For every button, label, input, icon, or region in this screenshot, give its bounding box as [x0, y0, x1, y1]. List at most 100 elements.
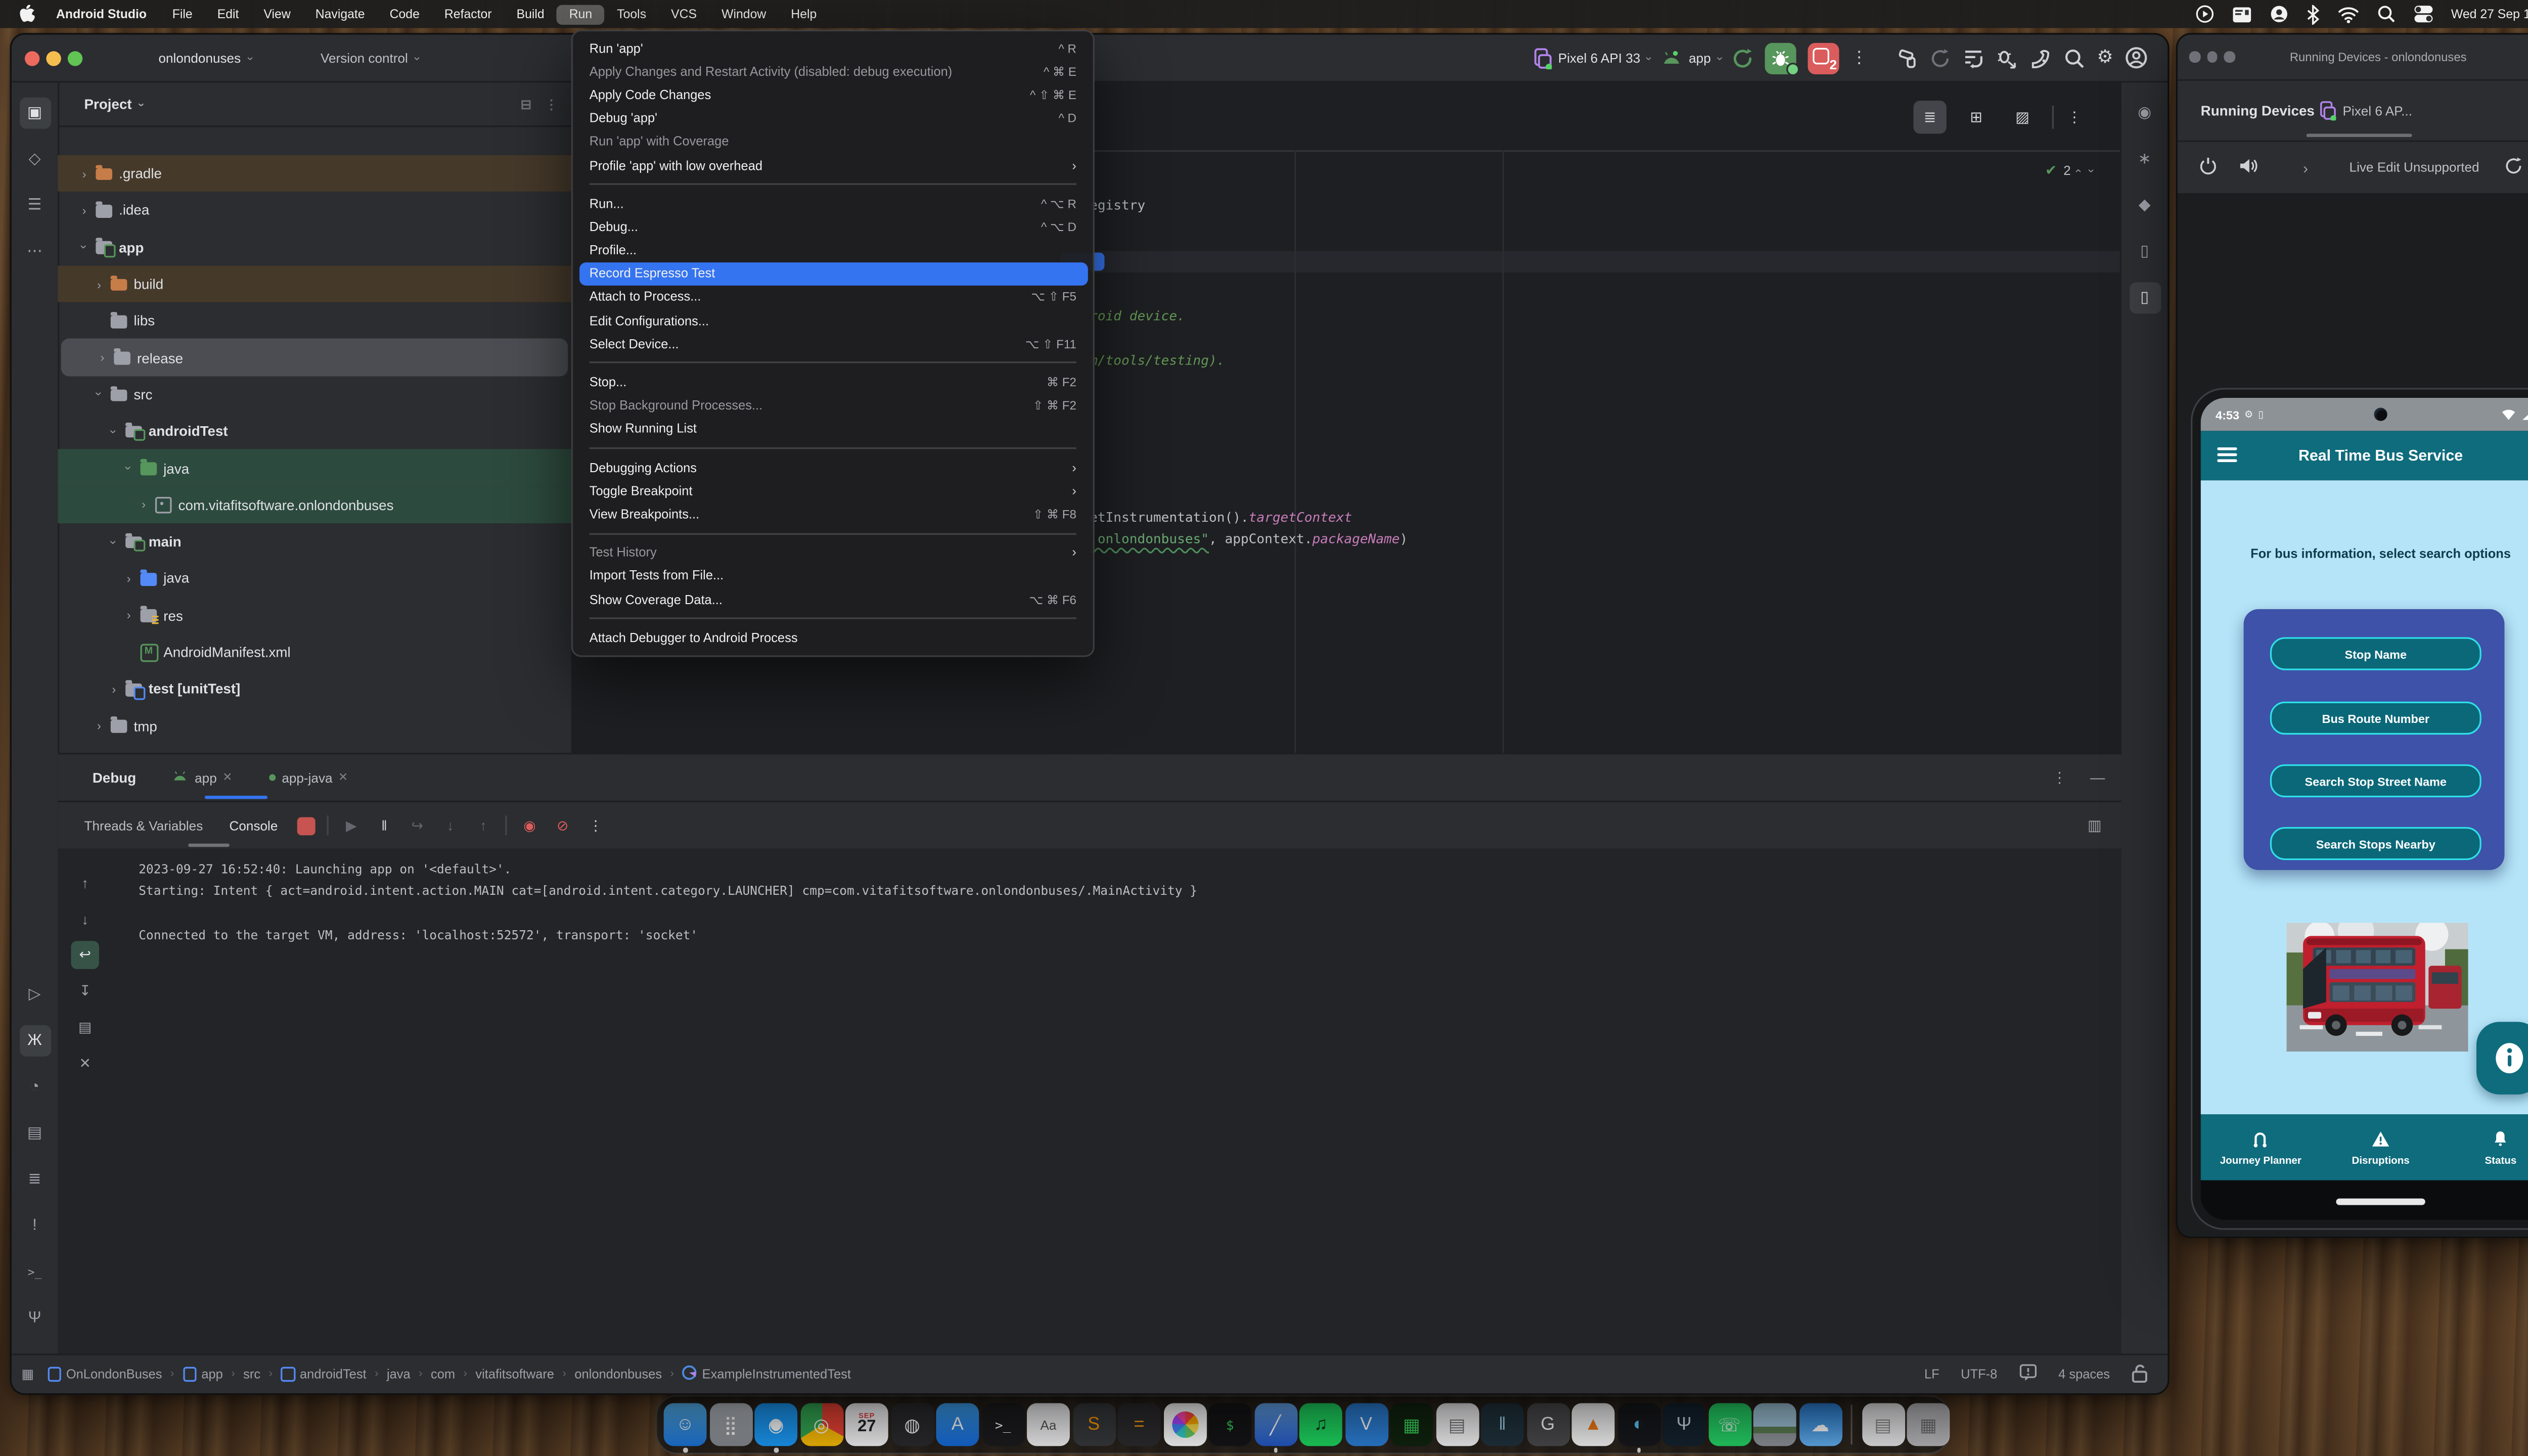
breadcrumb-item-exampleinstrumentedtest[interactable]: ExampleInstrumentedTest: [682, 1365, 851, 1383]
terminal-tool-icon[interactable]: >_: [19, 1256, 51, 1288]
tree-chevron-icon[interactable]: ›: [94, 350, 111, 365]
menu-item-debug-app[interactable]: Debug 'app'^ D: [578, 107, 1087, 130]
dock-app-weather[interactable]: ☁: [1799, 1403, 1842, 1446]
dock-app-photo-thumbnail[interactable]: [1753, 1403, 1796, 1446]
print-icon[interactable]: ▤: [71, 1014, 99, 1042]
profiler-icon[interactable]: [1963, 47, 1984, 68]
tree-item-androidmanifest-xml[interactable]: MAndroidManifest.xml: [58, 633, 571, 670]
logcat-tool-icon[interactable]: ≣: [19, 1164, 51, 1195]
search-button-bus-route-number[interactable]: Bus Route Number: [2270, 702, 2481, 735]
gradle-icon[interactable]: [2029, 47, 2052, 68]
tree-item-release[interactable]: ›release: [61, 339, 568, 376]
view-breakpoints-icon[interactable]: ◉: [519, 816, 540, 835]
dock-app-pages[interactable]: ▤: [1435, 1403, 1478, 1446]
dock-app-vlc[interactable]: ▲: [1572, 1403, 1615, 1446]
dock-app-sublime-text[interactable]: S: [1072, 1403, 1115, 1446]
dock-app-finder[interactable]: ☺: [664, 1403, 707, 1446]
dock-app-trash[interactable]: ▦: [1907, 1403, 1950, 1446]
menu-item-attach-debugger-to-android-process[interactable]: Attach Debugger to Android Process: [578, 626, 1087, 649]
dock-app-photos[interactable]: [1163, 1403, 1206, 1446]
console-output[interactable]: ↑↓↩↧▤✕ 2023-09-27 16:52:40: Launching ap…: [58, 848, 2121, 1355]
spotlight-icon[interactable]: [2377, 5, 2395, 23]
menu-hamburger-icon[interactable]: [2217, 441, 2237, 471]
menu-item-profile-app-with-low-overhead[interactable]: Profile 'app' with low overhead›: [578, 153, 1087, 176]
collapse-all-icon[interactable]: ⊟: [521, 97, 532, 111]
info-fab-button[interactable]: [2476, 1022, 2528, 1095]
menu-item-edit-configurations[interactable]: Edit Configurations...: [578, 309, 1087, 332]
code-view-icon[interactable]: ≣: [1913, 101, 1946, 133]
device-selector[interactable]: Pixel 6 API 33 ›: [1534, 47, 1650, 68]
device-manager-icon[interactable]: ▯: [2129, 236, 2160, 267]
tree-chevron-icon[interactable]: ›: [76, 203, 93, 217]
tab-threads-variables[interactable]: Threads & Variables: [84, 818, 203, 833]
tree-item-java[interactable]: ›java: [58, 449, 571, 486]
design-view-icon[interactable]: ▨: [2006, 101, 2039, 133]
menubar-item-build[interactable]: Build: [504, 4, 557, 24]
encoding-indicator[interactable]: UTF-8: [1961, 1367, 1997, 1382]
breadcrumb-item-onlondonbuses[interactable]: onlondonbuses: [574, 1367, 662, 1382]
breadcrumb-item-app[interactable]: app: [183, 1367, 223, 1382]
tab-pixel6-device[interactable]: Pixel 6 AP...: [2320, 101, 2412, 120]
dock-app-system-monitor[interactable]: ▦: [1390, 1403, 1433, 1446]
project-tool-icon[interactable]: ▣: [19, 98, 51, 129]
attach-debugger-icon[interactable]: [1996, 47, 2017, 68]
breadcrumb-item-vitafitsoftware[interactable]: vitafitsoftware: [475, 1367, 554, 1382]
vcs-branch-selector[interactable]: Version control ›: [321, 51, 419, 65]
menu-item-test-history[interactable]: Test History›: [578, 541, 1087, 564]
tab-console[interactable]: Console: [230, 818, 278, 833]
debug-tool-icon[interactable]: Ж: [19, 1025, 51, 1057]
menu-item-debugging-actions[interactable]: Debugging Actions›: [578, 456, 1087, 479]
more-actions-icon[interactable]: ⋮: [1851, 49, 1868, 67]
dock-app-app-store[interactable]: A: [936, 1403, 979, 1446]
settings-gear-icon[interactable]: ⚙: [2097, 49, 2113, 67]
dock-app-calculator[interactable]: =: [1118, 1403, 1161, 1446]
menubar-clock[interactable]: Wed 27 Sep 16:53:13: [2451, 7, 2528, 21]
problems-tool-icon[interactable]: !: [19, 1210, 51, 1241]
tree-item-java[interactable]: ›java: [58, 560, 571, 597]
step-into-icon[interactable]: ↓: [439, 817, 461, 834]
tree-chevron-icon[interactable]: ›: [91, 277, 108, 291]
refresh-icon[interactable]: [2504, 153, 2522, 183]
tree-item-src[interactable]: ›src: [58, 376, 571, 413]
nav-item-disruptions[interactable]: Disruptions: [2321, 1114, 2441, 1180]
menubar-item-window[interactable]: Window: [709, 4, 779, 24]
search-button-search-stop-street-name[interactable]: Search Stop Street Name: [2270, 764, 2481, 797]
profiler-tool-icon[interactable]: ◔: [19, 1071, 51, 1103]
debug-button[interactable]: [1765, 42, 1796, 73]
dock-app-podcasts[interactable]: ◍: [891, 1403, 934, 1446]
running-devices-icon[interactable]: ▯: [2129, 282, 2160, 313]
power-icon[interactable]: [2199, 153, 2217, 183]
tree-chevron-icon[interactable]: ›: [91, 718, 108, 733]
editor-more-icon[interactable]: ⋮: [2067, 108, 2082, 126]
keyboard-icon[interactable]: [2232, 6, 2251, 22]
menu-item-stop[interactable]: Stop...⌘ F2: [578, 371, 1087, 394]
tree-chevron-icon[interactable]: ›: [121, 460, 136, 476]
step-out-icon[interactable]: ↑: [473, 817, 494, 834]
menu-item-attach-to-process[interactable]: Attach to Process...⌥ ⇧ F5: [578, 285, 1087, 308]
home-indicator[interactable]: [2336, 1199, 2425, 1204]
bluetooth-icon[interactable]: [2306, 4, 2319, 24]
wifi-icon[interactable]: [2337, 6, 2359, 22]
hide-panel-icon[interactable]: ―: [2090, 768, 2105, 787]
nav-item-status[interactable]: Status: [2441, 1114, 2528, 1180]
menu-item-profile[interactable]: Profile...: [578, 239, 1087, 262]
clear-icon[interactable]: ✕: [71, 1050, 99, 1078]
breadcrumb-item-src[interactable]: src: [243, 1367, 260, 1382]
minimize-window-button[interactable]: [46, 51, 61, 65]
control-center-icon[interactable]: [2413, 5, 2433, 23]
mute-breakpoints-icon[interactable]: ⊘: [552, 816, 573, 835]
dock-app-vscode[interactable]: V: [1345, 1403, 1388, 1446]
line-ending-indicator[interactable]: LF: [1924, 1367, 1939, 1382]
tree-item-test-unittest-[interactable]: ›test [unitTest]: [58, 670, 571, 707]
tree-chevron-icon[interactable]: ›: [120, 608, 137, 622]
chevron-right-icon[interactable]: ›: [2303, 159, 2308, 176]
dock-app-launchpad[interactable]: ⣿: [709, 1403, 752, 1446]
tree-item-app[interactable]: ›app: [58, 229, 571, 266]
menu-item-apply-code-changes[interactable]: Apply Code Changes^ ⇧ ⌘ E: [578, 83, 1087, 106]
menu-item-select-device[interactable]: Select Device...⌥ ⇧ F11: [578, 332, 1087, 355]
version-control-tool-icon[interactable]: Ψ: [19, 1302, 51, 1334]
step-over-icon[interactable]: ↪: [407, 816, 428, 835]
menubar-item-run[interactable]: Run: [557, 4, 604, 24]
menu-item-stop-background-processes[interactable]: Stop Background Processes...⇧ ⌘ F2: [578, 394, 1087, 417]
close-tab-icon[interactable]: ✕: [222, 771, 232, 784]
